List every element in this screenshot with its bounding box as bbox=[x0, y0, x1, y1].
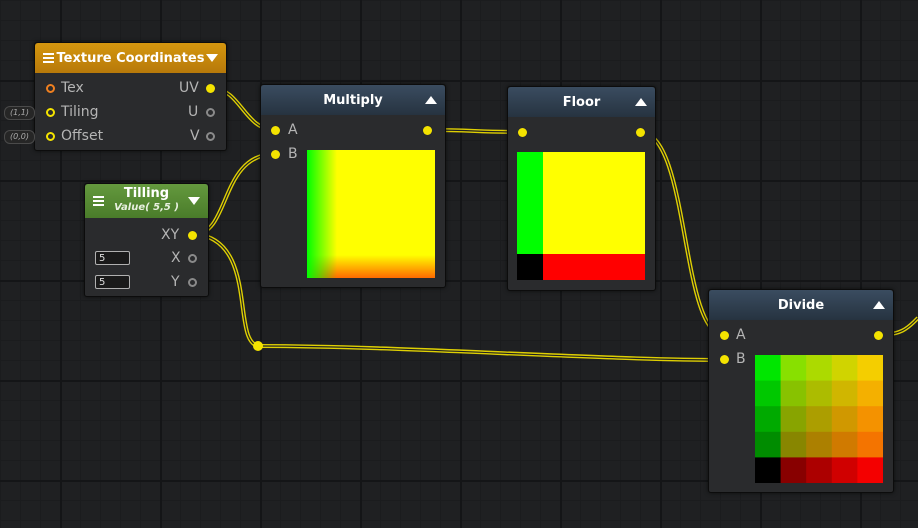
input-port[interactable] bbox=[518, 128, 527, 137]
output-port[interactable] bbox=[874, 331, 883, 340]
output-label-u: U bbox=[188, 104, 199, 120]
output-label-uv: UV bbox=[179, 80, 199, 96]
preview-cell bbox=[780, 355, 807, 382]
node-header[interactable]: Texture Coordinates bbox=[35, 43, 226, 73]
node-subtitle: Value( 5,5 ) bbox=[114, 202, 179, 213]
input-port-tex[interactable] bbox=[46, 84, 55, 93]
preview-cell bbox=[806, 431, 833, 458]
preview-cell bbox=[806, 457, 833, 483]
preview-cell bbox=[780, 406, 807, 433]
output-port[interactable] bbox=[423, 126, 432, 135]
expand-triangle-icon[interactable] bbox=[188, 197, 200, 205]
preview-cell bbox=[857, 431, 883, 458]
input-port-a[interactable] bbox=[271, 126, 280, 135]
preview-cell bbox=[755, 355, 782, 382]
input-port-b[interactable] bbox=[720, 355, 729, 364]
preview-cell bbox=[806, 380, 833, 407]
preview-cell bbox=[755, 380, 782, 407]
wire-reroute-point bbox=[253, 341, 263, 351]
multiply-preview bbox=[307, 150, 435, 278]
preview-cell bbox=[831, 457, 858, 483]
node-title: Multiply bbox=[323, 92, 383, 108]
preview-cell bbox=[831, 406, 858, 433]
preview-cell bbox=[780, 380, 807, 407]
output-port-v[interactable] bbox=[206, 132, 215, 141]
input-port-tiling[interactable] bbox=[46, 108, 55, 117]
input-port-a[interactable] bbox=[720, 331, 729, 340]
multiply-node[interactable]: Multiply A B bbox=[260, 84, 446, 288]
input-port-offset[interactable] bbox=[46, 132, 55, 141]
input-label-a: A bbox=[288, 122, 298, 138]
node-title: Divide bbox=[777, 297, 825, 313]
preview-cell bbox=[857, 457, 883, 483]
preview-cell bbox=[755, 457, 782, 483]
tiling-default-value[interactable]: (1,1) bbox=[4, 106, 35, 120]
node-title: Floor bbox=[562, 94, 601, 110]
collapse-triangle-icon[interactable] bbox=[873, 301, 885, 309]
divide-node[interactable]: Divide A B bbox=[708, 289, 894, 493]
y-value-field[interactable]: 5 bbox=[95, 275, 130, 289]
input-label-a: A bbox=[736, 327, 746, 343]
preview-cell bbox=[831, 355, 858, 382]
menu-icon[interactable] bbox=[43, 53, 54, 63]
menu-icon[interactable] bbox=[93, 196, 104, 206]
input-label-offset: Offset bbox=[61, 128, 104, 144]
floor-preview bbox=[517, 152, 645, 280]
output-port-xy[interactable] bbox=[188, 231, 197, 240]
node-header[interactable]: Tilling Value( 5,5 ) bbox=[85, 184, 208, 218]
input-label-b: B bbox=[288, 146, 298, 162]
collapse-triangle-icon[interactable] bbox=[425, 96, 437, 104]
preview-cell bbox=[755, 431, 782, 458]
input-label-tiling: Tiling bbox=[61, 104, 99, 120]
node-title: Texture Coordinates bbox=[56, 50, 205, 66]
output-label-x: X bbox=[171, 250, 181, 266]
output-port-y[interactable] bbox=[188, 278, 197, 287]
floor-node[interactable]: Floor bbox=[507, 86, 656, 291]
output-label-xy: XY bbox=[161, 227, 180, 243]
expand-triangle-icon[interactable] bbox=[206, 54, 218, 62]
output-port-x[interactable] bbox=[188, 254, 197, 263]
node-header[interactable]: Floor bbox=[508, 87, 655, 117]
node-title: Tilling bbox=[123, 186, 170, 201]
preview-cell bbox=[806, 406, 833, 433]
output-label-v: V bbox=[190, 128, 200, 144]
preview-cell bbox=[780, 457, 807, 483]
output-port-uv[interactable] bbox=[206, 84, 215, 93]
preview-cell bbox=[780, 431, 807, 458]
preview-cell bbox=[755, 406, 782, 433]
texture-coordinates-node[interactable]: Texture Coordinates Tex Tiling Offset UV… bbox=[34, 42, 227, 151]
preview-cell bbox=[857, 380, 883, 407]
tilling-node[interactable]: Tilling Value( 5,5 ) XY 5 X 5 Y bbox=[84, 183, 209, 297]
node-header[interactable]: Multiply bbox=[261, 85, 445, 115]
output-port[interactable] bbox=[636, 128, 645, 137]
output-label-y: Y bbox=[171, 274, 180, 290]
preview-cell bbox=[831, 431, 858, 458]
input-port-b[interactable] bbox=[271, 150, 280, 159]
preview-cell bbox=[806, 355, 833, 382]
x-value-field[interactable]: 5 bbox=[95, 251, 130, 265]
input-label-b: B bbox=[736, 351, 746, 367]
input-label-tex: Tex bbox=[61, 80, 84, 96]
preview-cell bbox=[831, 380, 858, 407]
collapse-triangle-icon[interactable] bbox=[635, 98, 647, 106]
output-port-u[interactable] bbox=[206, 108, 215, 117]
node-header[interactable]: Divide bbox=[709, 290, 893, 320]
preview-cell bbox=[857, 355, 883, 382]
preview-cell bbox=[857, 406, 883, 433]
offset-default-value[interactable]: (0,0) bbox=[4, 130, 35, 144]
divide-preview bbox=[755, 355, 883, 483]
